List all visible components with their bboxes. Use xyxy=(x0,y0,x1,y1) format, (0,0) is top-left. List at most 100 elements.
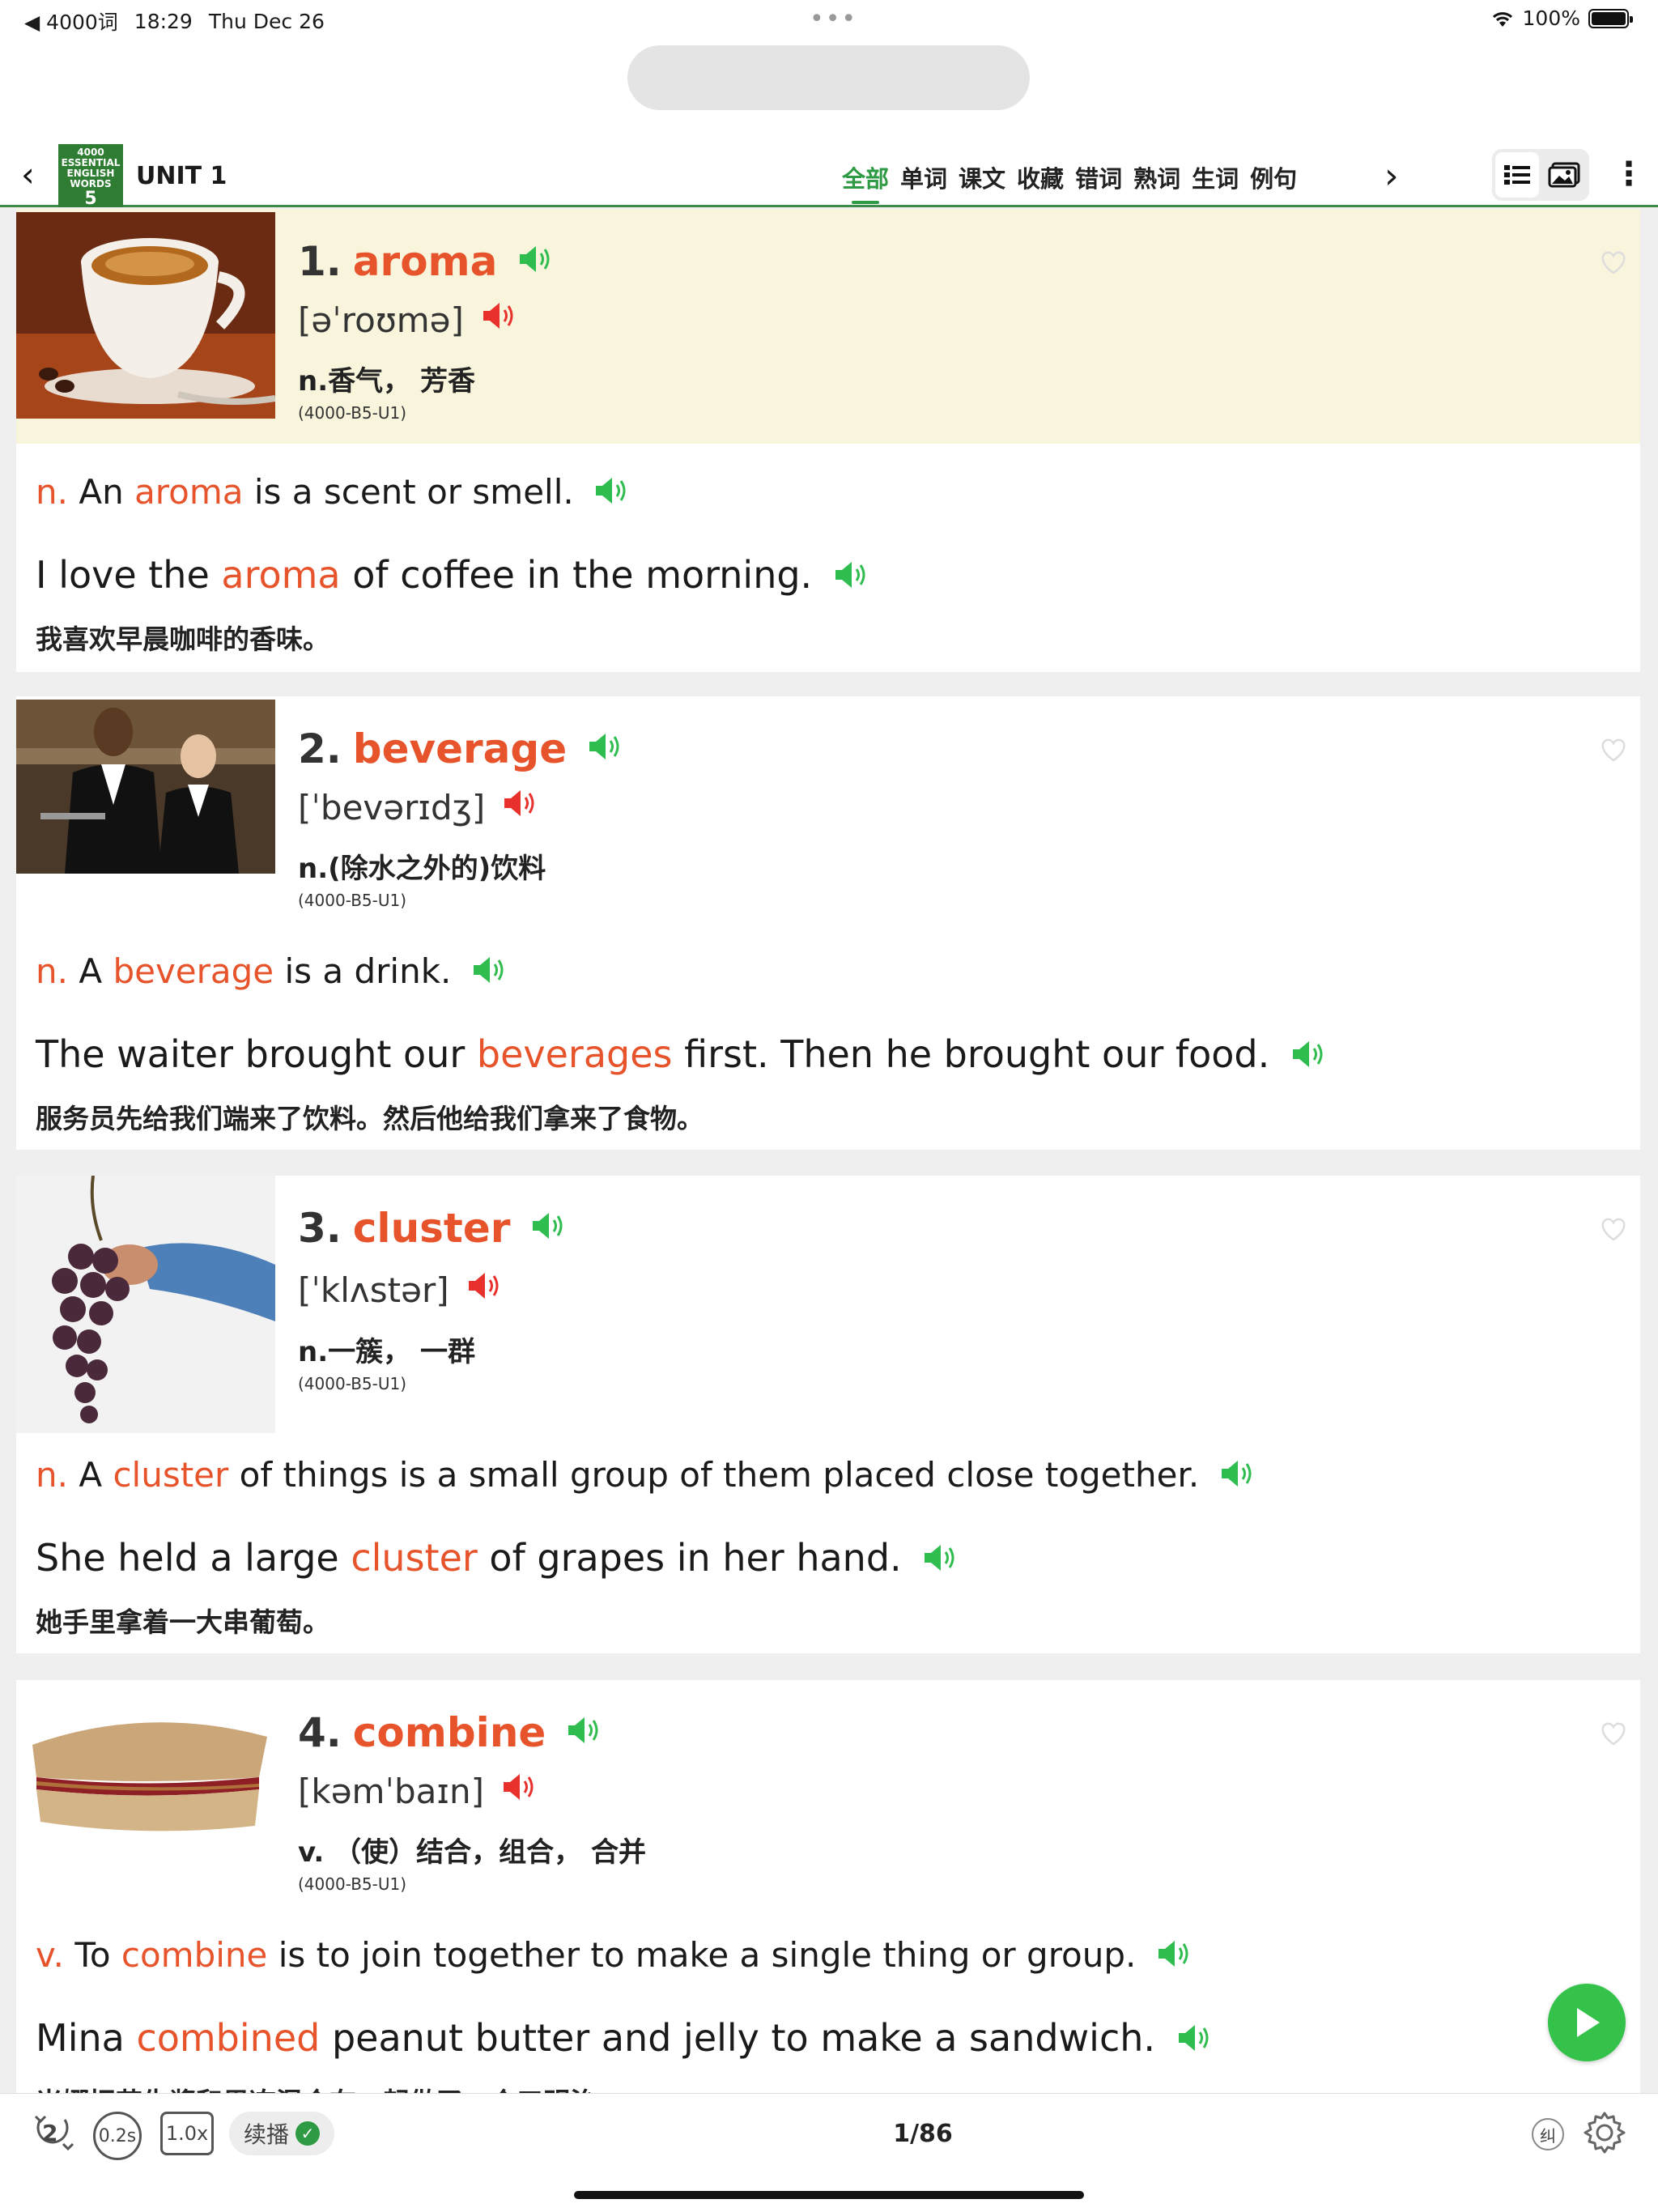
word-image-sandwich[interactable] xyxy=(16,1688,275,1850)
example-pre: I love the xyxy=(36,553,210,597)
favorite-heart-icon[interactable] xyxy=(1599,249,1628,279)
list-view-icon[interactable] xyxy=(1495,152,1539,198)
favorite-heart-icon[interactable] xyxy=(1599,1721,1628,1750)
speaker-icon[interactable] xyxy=(586,725,623,772)
definition-post: of things is a small group of them place… xyxy=(239,1455,1200,1495)
definition-speaker-icon[interactable] xyxy=(1218,1457,1256,1498)
tab-wrong-words[interactable]: 错词 xyxy=(1075,160,1122,194)
speaker-icon[interactable] xyxy=(529,1205,567,1252)
definition-pre: A xyxy=(79,1455,103,1495)
tab-words[interactable]: 单词 xyxy=(900,160,947,194)
chinese-meaning: v. （使）结合，组合， 合并 xyxy=(298,1836,646,1869)
phonetic-row: [ˈbevərɪdʒ] xyxy=(298,787,538,827)
playback-speed-button[interactable]: 1.0x xyxy=(160,2112,214,2155)
status-date: Thu Dec 26 xyxy=(208,9,325,33)
tab-all[interactable]: 全部 xyxy=(842,160,889,204)
word-header: 4. combine [kəmˈbaɪn] v. （使）结合，组合， 合并 (40… xyxy=(16,1680,1640,1915)
favorite-heart-icon[interactable] xyxy=(1599,737,1628,766)
definition-speaker-icon[interactable] xyxy=(470,954,508,994)
image-view-icon[interactable] xyxy=(1542,152,1586,198)
definition-post: is a drink. xyxy=(284,951,452,991)
word-header: 2. beverage [ˈbevərɪdʒ] n.(除水之外的)饮料 (4000… xyxy=(16,696,1640,931)
definition-post: is to join together to make a single thi… xyxy=(278,1935,1137,1975)
phonetic-speaker-icon[interactable] xyxy=(480,300,517,340)
definition-pre: To xyxy=(74,1935,111,1975)
phonetic-speaker-icon[interactable] xyxy=(501,787,538,827)
example-post: first. Then he brought our food. xyxy=(684,1032,1270,1076)
word-code: (4000-B5-U1) xyxy=(298,1374,407,1393)
word-text: beverage xyxy=(352,725,568,772)
back-chevron-icon[interactable]: ‹ xyxy=(21,158,35,192)
battery-percent: 100% xyxy=(1522,6,1580,30)
example-speaker-icon[interactable] xyxy=(921,1539,959,1583)
next-chevron-icon[interactable]: › xyxy=(1384,155,1399,197)
example-post: of grapes in her hand. xyxy=(489,1536,902,1580)
phonetic-text: [əˈroʊmə] xyxy=(298,300,464,340)
word-title: 3. cluster xyxy=(298,1205,567,1252)
word-card: 2. beverage [ˈbevərɪdʒ] n.(除水之外的)饮料 (4000… xyxy=(16,696,1640,1150)
part-of-speech: n. xyxy=(36,951,68,991)
word-text: aroma xyxy=(352,238,498,285)
tab-new-words[interactable]: 生词 xyxy=(1192,160,1239,194)
part-of-speech: v. xyxy=(36,1935,64,1975)
definition-highlight: aroma xyxy=(134,472,244,512)
unit-title: UNIT 1 xyxy=(136,162,227,190)
speaker-icon[interactable] xyxy=(565,1709,602,1756)
word-text: cluster xyxy=(352,1205,511,1252)
phonetic-speaker-icon[interactable] xyxy=(466,1270,503,1310)
example-speaker-icon[interactable] xyxy=(1290,1036,1327,1079)
favorite-heart-icon[interactable] xyxy=(1599,1216,1628,1245)
book-logo: 4000 ESSENTIAL ENGLISH WORDS 5 xyxy=(58,144,123,209)
word-card: 1. aroma [əˈroʊmə] n.香气， 芳香 (4000-B5-U1) … xyxy=(16,209,1640,672)
example-speaker-icon[interactable] xyxy=(1175,2019,1213,2063)
word-text: combine xyxy=(352,1709,546,1756)
tab-favorites[interactable]: 收藏 xyxy=(1017,160,1064,194)
word-image-coffee[interactable] xyxy=(16,212,275,419)
example-pre: Mina xyxy=(36,2016,125,2060)
word-code: (4000-B5-U1) xyxy=(298,1874,407,1894)
multitasking-dots-icon[interactable]: ••• xyxy=(810,5,857,33)
more-vertical-icon[interactable]: ⋮ xyxy=(1613,154,1645,194)
status-bar: ◀ 4000词 18:29 Thu Dec 26 ••• 100% xyxy=(0,0,1658,39)
example-speaker-icon[interactable] xyxy=(832,556,869,600)
word-title: 2. beverage xyxy=(298,725,623,772)
speaker-icon[interactable] xyxy=(517,238,554,285)
logo-number: 5 xyxy=(84,189,97,209)
back-to-app-link[interactable]: ◀ 4000词 xyxy=(24,6,118,36)
phonetic-row: [ˈklʌstər] xyxy=(298,1270,503,1310)
definition-speaker-icon[interactable] xyxy=(593,474,630,515)
definition-highlight: beverage xyxy=(113,951,274,991)
example-translation: 她手里拿着一大串葡萄。 xyxy=(36,1606,329,1638)
settings-gear-icon[interactable] xyxy=(1579,2107,1630,2159)
word-card: 3. cluster [ˈklʌstər] n.一簇， 一群 (4000-B5-U… xyxy=(16,1176,1640,1653)
definition-line: n. An aroma is a scent or smell. xyxy=(36,472,630,515)
example-translation: 我喜欢早晨咖啡的香味。 xyxy=(36,623,329,655)
example-pre: She held a large xyxy=(36,1536,339,1580)
correction-button[interactable]: 纠 xyxy=(1532,2118,1564,2150)
example-translation: 米娜把花生酱和果冻混合在一起做了一个三明治。 xyxy=(36,2081,623,2093)
example-sentence: She held a large cluster of grapes in he… xyxy=(36,1536,959,1583)
play-icon xyxy=(1577,2008,1600,2037)
home-indicator xyxy=(574,2191,1084,2199)
repeat-count-button[interactable]: 2 xyxy=(24,2112,81,2154)
continuous-play-label: 续播 xyxy=(243,2121,289,2148)
status-time: 18:29 xyxy=(134,9,193,33)
wifi-icon xyxy=(1492,11,1512,27)
continuous-play-toggle[interactable]: 续播 ✓ xyxy=(229,2112,334,2155)
example-highlight: cluster xyxy=(351,1536,478,1580)
example-sentence: I love the aroma of coffee in the mornin… xyxy=(36,553,869,600)
definition-speaker-icon[interactable] xyxy=(1155,1938,1192,1978)
tab-text[interactable]: 课文 xyxy=(959,160,1005,194)
example-highlight: beverages xyxy=(476,1032,673,1076)
tab-familiar-words[interactable]: 熟词 xyxy=(1133,160,1180,194)
address-pill[interactable] xyxy=(627,45,1030,110)
phonetic-speaker-icon[interactable] xyxy=(500,1771,538,1811)
tab-examples[interactable]: 例句 xyxy=(1250,160,1297,194)
chinese-meaning: n.(除水之外的)饮料 xyxy=(298,853,546,885)
interval-button[interactable]: 0.2s xyxy=(93,2112,142,2160)
play-all-button[interactable] xyxy=(1548,1984,1626,2061)
word-image-waiters[interactable] xyxy=(16,700,275,874)
word-image-grapes[interactable] xyxy=(16,1176,275,1433)
phonetic-text: [ˈbevərɪdʒ] xyxy=(298,787,486,827)
word-number: 2. xyxy=(298,725,342,772)
